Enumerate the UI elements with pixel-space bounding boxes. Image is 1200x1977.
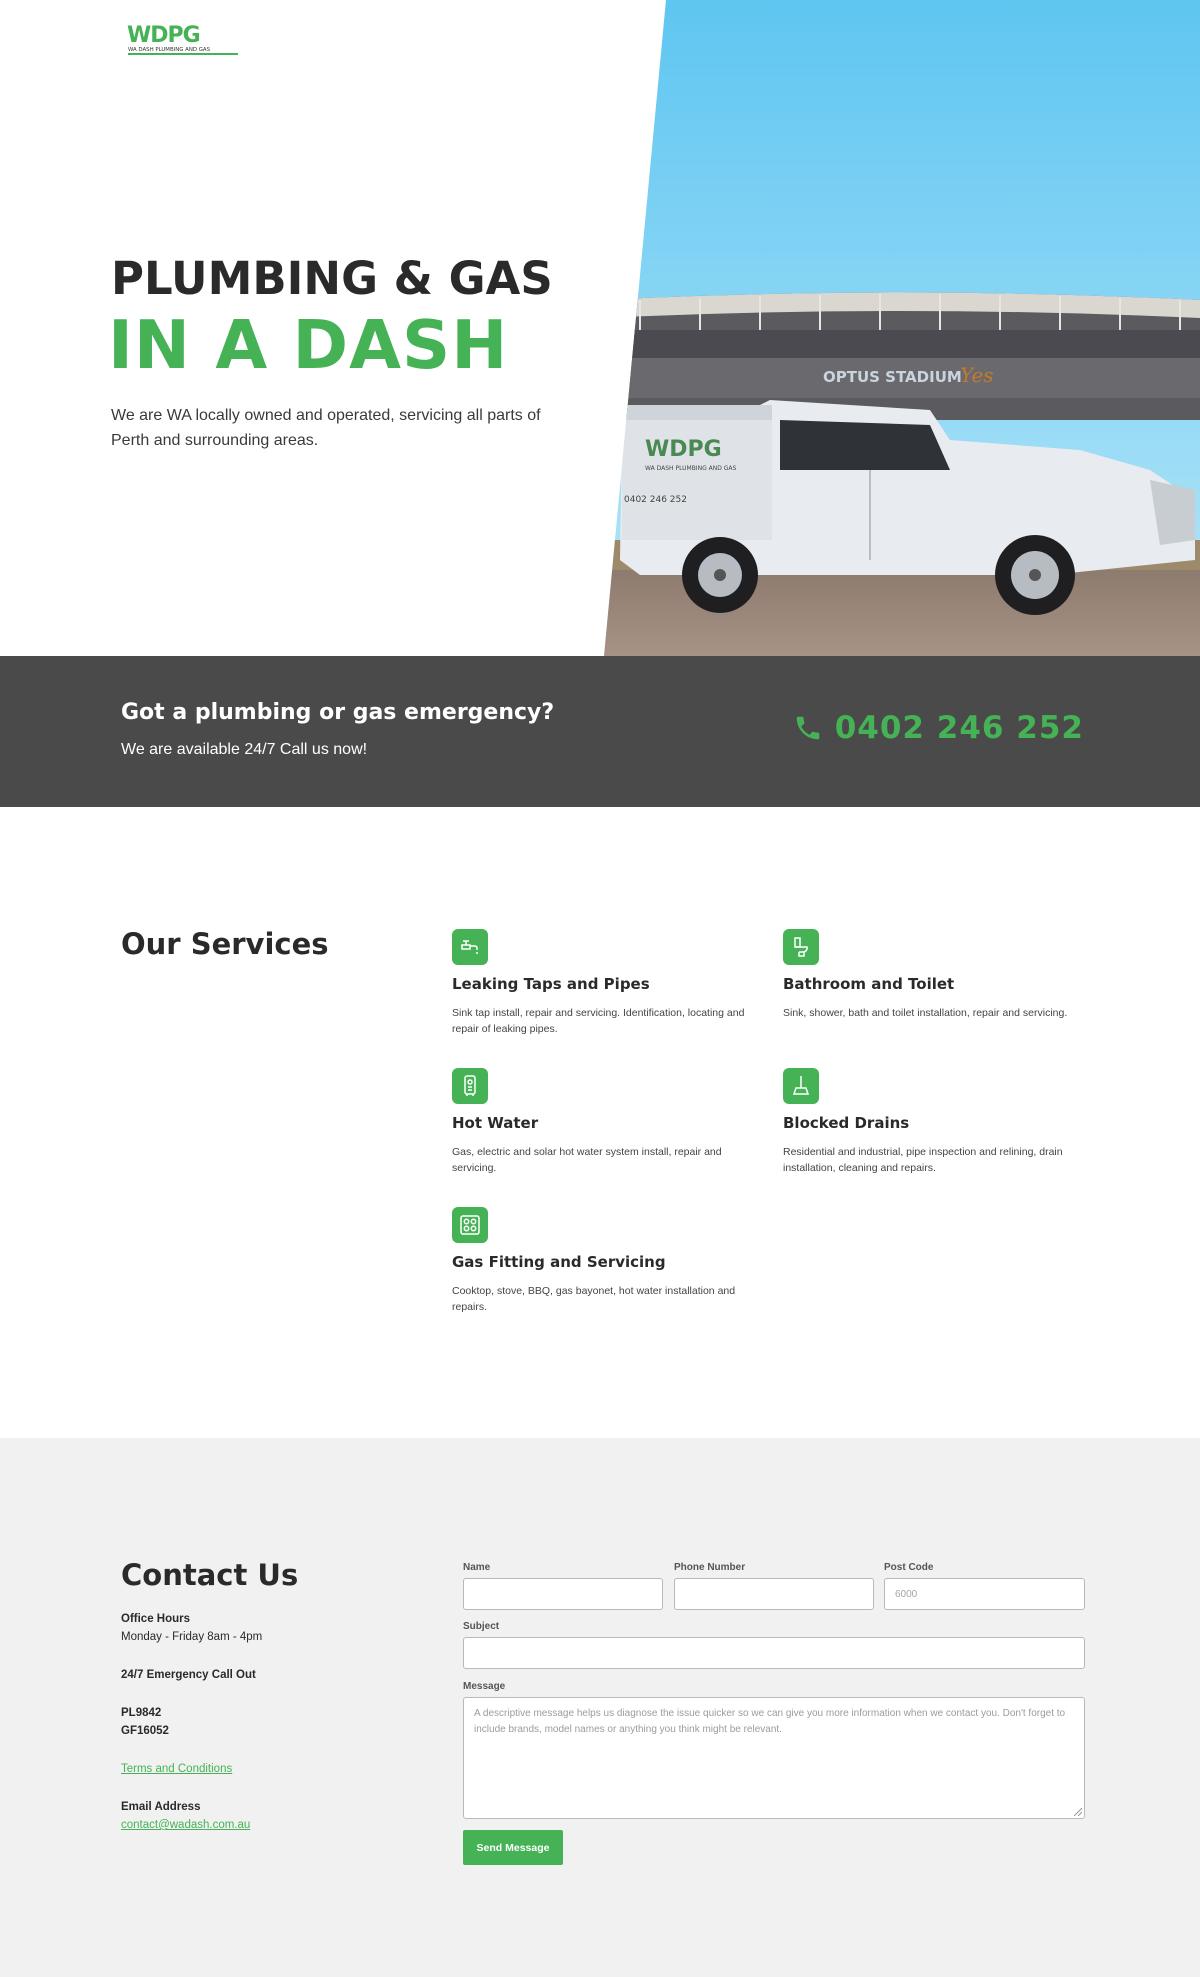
service-title: Leaking Taps and Pipes <box>452 975 650 993</box>
contact-title: Contact Us <box>121 1558 299 1592</box>
ute-tagline: WA DASH PLUMBING AND GAS <box>645 465 736 472</box>
send-message-button[interactable]: Send Message <box>463 1830 563 1865</box>
terms-link[interactable]: Terms and Conditions <box>121 1763 232 1775</box>
hero-subtitle: IN A DASH <box>108 306 509 384</box>
resize-handle-icon[interactable] <box>1074 1808 1082 1816</box>
phone-input[interactable] <box>674 1578 874 1610</box>
contact-section: Contact Us Office Hours Monday - Friday … <box>0 1438 1200 1977</box>
email-label: Email Address <box>121 1801 201 1813</box>
name-label: Name <box>463 1562 491 1573</box>
postcode-label: Post Code <box>884 1562 934 1573</box>
toilet-icon <box>783 929 819 965</box>
service-card-drains: Blocked Drains Residential and industria… <box>783 1068 1083 1176</box>
service-description: Sink, shower, bath and toilet installati… <box>783 1007 1068 1019</box>
service-title: Hot Water <box>452 1114 539 1132</box>
wdpg-logo[interactable]: WDPG WA DASH PLUMBING AND GAS <box>126 20 242 56</box>
services-title: Our Services <box>121 927 329 961</box>
service-description: Cooktop, stove, BBQ, gas bayonet, hot wa… <box>452 1285 736 1313</box>
emergency-title: Got a plumbing or gas emergency? <box>121 700 555 725</box>
hero-section: OPTUS STADIUM Yes WDPG WA DASH PLUMBING … <box>0 0 1200 656</box>
emergency-subtitle: We are available 24/7 Call us now! <box>121 741 368 758</box>
service-card-bathroom: Bathroom and Toilet Sink, shower, bath a… <box>783 929 1083 1021</box>
svg-text:Yes: Yes <box>960 363 994 387</box>
subject-label: Subject <box>463 1621 500 1632</box>
svg-text:WA DASH PLUMBING AND GAS: WA DASH PLUMBING AND GAS <box>128 47 211 53</box>
service-title: Blocked Drains <box>783 1114 910 1132</box>
phone-label: Phone Number <box>674 1562 746 1573</box>
svg-text:WDPG: WDPG <box>127 23 200 48</box>
license-numbers: PL9842 GF16052 <box>121 1704 169 1740</box>
office-hours-label: Office Hours <box>121 1613 191 1625</box>
ute-logo: WDPG <box>645 437 722 462</box>
office-hours: Office Hours Monday - Friday 8am - 4pm <box>121 1610 262 1646</box>
subject-input[interactable] <box>463 1637 1085 1669</box>
tap-icon <box>452 929 488 965</box>
message-textarea[interactable] <box>463 1697 1085 1819</box>
license-plumbing: PL9842 <box>121 1707 162 1719</box>
service-card-gas: Gas Fitting and Servicing Cooktop, stove… <box>452 1207 752 1315</box>
plunger-icon <box>783 1068 819 1104</box>
ute-phone: 0402 246 252 <box>624 495 687 505</box>
phone-icon <box>796 716 819 740</box>
hero-description: We are WA locally owned and operated, se… <box>111 407 541 449</box>
office-hours-value: Monday - Friday 8am - 4pm <box>121 1631 263 1643</box>
service-description: Residential and industrial, pipe inspect… <box>783 1146 1063 1174</box>
service-description: Sink tap install, repair and servicing. … <box>452 1007 745 1035</box>
emergency-callout-label: 24/7 Emergency Call Out <box>121 1669 256 1681</box>
water-heater-icon <box>452 1068 488 1104</box>
cooktop-icon <box>452 1207 488 1243</box>
emergency-callout: 24/7 Emergency Call Out <box>121 1666 256 1684</box>
hero-title: PLUMBING & GAS <box>111 252 553 305</box>
service-card-hot-water: Hot Water Gas, electric and solar hot wa… <box>452 1068 752 1176</box>
services-section: Our Services Leaking Taps and Pipes Sink… <box>0 807 1200 1438</box>
email-block: Email Address contact@wadash.com.au <box>121 1798 250 1834</box>
email-link[interactable]: contact@wadash.com.au <box>121 1819 250 1831</box>
service-card-taps: Leaking Taps and Pipes Sink tap install,… <box>452 929 752 1037</box>
name-input[interactable] <box>463 1578 663 1610</box>
emergency-banner: Got a plumbing or gas emergency? We are … <box>0 656 1200 807</box>
service-description: Gas, electric and solar hot water system… <box>452 1146 722 1174</box>
emergency-phone-number: 0402 246 252 <box>834 710 1084 746</box>
stadium-sign: OPTUS STADIUM <box>823 368 962 386</box>
service-title: Gas Fitting and Servicing <box>452 1253 666 1271</box>
license-gas: GF16052 <box>121 1725 169 1737</box>
emergency-phone-link[interactable]: 0402 246 252 <box>793 710 1084 746</box>
postcode-input[interactable] <box>884 1578 1085 1610</box>
service-title: Bathroom and Toilet <box>783 975 955 993</box>
message-label: Message <box>463 1681 506 1692</box>
